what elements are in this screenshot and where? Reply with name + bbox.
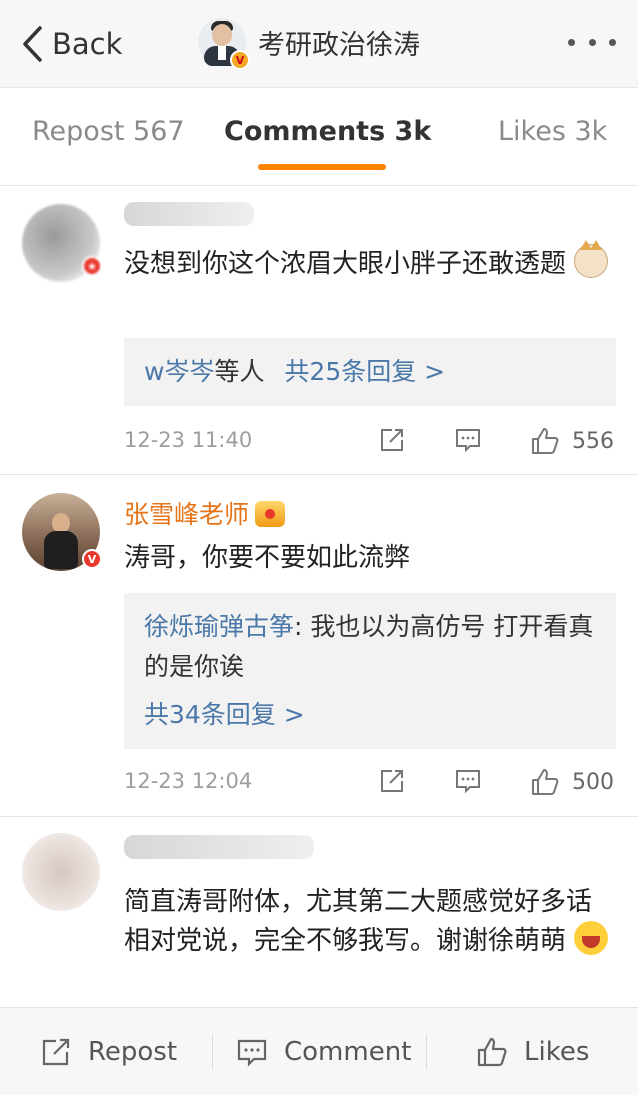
comment-text: 简直涛哥附体，尤其第二大题感觉好多话相对党说，完全不够我写。谢谢徐萌萌 xyxy=(124,883,614,960)
author-name: 张雪峰老师 xyxy=(124,500,250,529)
reply-user[interactable]: 徐烁瑜弹古筝 xyxy=(144,612,294,641)
crown-badge-icon xyxy=(255,501,286,527)
reply-users-suffix: 等人 xyxy=(214,357,265,386)
avatar[interactable]: ★ xyxy=(22,204,102,282)
verified-badge-icon: V xyxy=(230,50,250,70)
comment-meta: 12-23 12:04 500 xyxy=(124,769,616,799)
blurred-name xyxy=(124,835,314,859)
comment-author[interactable]: 张雪峰老师 xyxy=(124,495,286,531)
reply-preview[interactable]: 徐烁瑜弹古筝: 我也以为高仿号 打开看真的是你诶 共34条回复 > xyxy=(124,593,616,749)
divider xyxy=(426,1034,427,1070)
comment-icon xyxy=(237,1039,267,1067)
comment-label: Comment xyxy=(284,1037,412,1067)
comment-text: 没想到你这个浓眉大眼小胖子还敢透题 xyxy=(124,240,614,283)
comment-item: ★ 没想到你这个浓眉大眼小胖子还敢透题 w岑岑等人 共25条回复 > 12-23… xyxy=(0,186,638,476)
likes-label: Likes xyxy=(524,1037,590,1067)
repost-icon[interactable] xyxy=(378,767,406,795)
reply-users[interactable]: w岑岑 xyxy=(144,357,214,386)
repost-label: Repost xyxy=(88,1037,178,1067)
avatar[interactable]: V xyxy=(198,18,250,70)
more-options-icon[interactable] xyxy=(568,32,616,52)
tab-bar: Repost 567 Comments 3k Likes 3k xyxy=(0,88,638,184)
likes-button[interactable]: Likes xyxy=(476,1036,589,1068)
repost-icon xyxy=(42,1038,70,1066)
comment-item: 简直涛哥附体，尤其第二大题感觉好多话相对党说，完全不够我写。谢谢徐萌萌 xyxy=(0,817,638,1007)
tab-repost[interactable]: Repost 567 xyxy=(32,116,185,147)
comment-author[interactable] xyxy=(124,202,254,232)
verified-badge-icon: ★ xyxy=(82,256,102,276)
comment-author[interactable] xyxy=(124,835,314,865)
avatar[interactable] xyxy=(22,833,100,911)
view-replies-link[interactable]: 共34条回复 > xyxy=(144,695,596,735)
page-title: 考研政治徐涛 xyxy=(258,29,420,61)
blurred-name xyxy=(124,202,254,226)
comment-time: 12-23 12:04 xyxy=(124,769,253,793)
repost-button[interactable]: Repost xyxy=(40,1036,177,1068)
repost-icon[interactable] xyxy=(378,426,406,454)
laughing-emoji-icon xyxy=(574,921,609,955)
comment-icon[interactable] xyxy=(454,767,482,795)
verified-badge-icon: V xyxy=(82,549,102,569)
profile-title[interactable]: V 考研政治徐涛 xyxy=(198,18,420,70)
comment-text-content: 没想到你这个浓眉大眼小胖子还敢透题 xyxy=(124,249,567,279)
comment-item: V 张雪峰老师 涛哥，你要不要如此流弊 徐烁瑜弹古筝: 我也以为高仿号 打开看真… xyxy=(0,475,638,805)
like-count: 556 xyxy=(572,429,614,454)
cat-emoji-icon xyxy=(574,240,609,278)
comment-time: 12-23 11:40 xyxy=(124,428,253,452)
bottom-action-bar: Repost Comment Likes xyxy=(0,1007,638,1095)
comment-icon[interactable] xyxy=(454,426,482,454)
avatar[interactable]: V xyxy=(22,493,102,571)
reply-summary[interactable]: w岑岑等人 共25条回复 > xyxy=(124,338,616,406)
divider xyxy=(212,1034,213,1070)
view-replies-link[interactable]: 共25条回复 > xyxy=(284,357,445,386)
like-icon[interactable] xyxy=(530,767,560,797)
comment-meta: 12-23 11:40 556 xyxy=(124,428,616,458)
like-count: 500 xyxy=(572,770,614,795)
chevron-left-icon xyxy=(23,26,42,62)
active-tab-indicator xyxy=(258,164,386,170)
comment-text: 涛哥，你要不要如此流弊 xyxy=(124,543,411,573)
comment-button[interactable]: Comment xyxy=(236,1036,411,1068)
tab-comments[interactable]: Comments 3k xyxy=(224,116,431,147)
back-label: Back xyxy=(52,27,123,61)
top-nav-bar: Back V 考研政治徐涛 xyxy=(0,0,638,88)
comment-text-content: 简直涛哥附体，尤其第二大题感觉好多话相对党说，完全不够我写。谢谢徐萌萌 xyxy=(124,887,593,956)
back-button[interactable]: Back xyxy=(20,24,122,64)
like-icon[interactable] xyxy=(530,426,560,456)
like-icon xyxy=(477,1037,507,1067)
tab-likes[interactable]: Likes 3k xyxy=(498,116,607,147)
